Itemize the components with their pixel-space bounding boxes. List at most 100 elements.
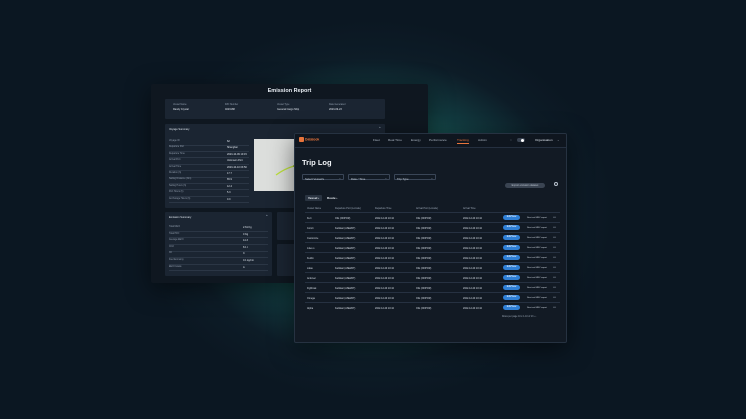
row-menu-icon[interactable]: ••• (553, 295, 556, 299)
mrv-report-link[interactable]: Next set MRV report (527, 277, 547, 279)
mrv-report-link[interactable]: Next set MRV report (527, 217, 547, 219)
cell-departure-time: 2022-12-20 10:44 (375, 256, 394, 260)
edit-view-button[interactable]: Edit/View (503, 235, 520, 241)
header-field-label: Vessel Name (173, 104, 187, 106)
cell-vessel-name: Jules s (307, 246, 315, 250)
table-header: Vessel Name Departure Port (Locode) Depa… (305, 205, 560, 212)
table-pagination[interactable]: Rows per page 10 ▾ 1-10 of 13 ‹ › (502, 315, 536, 318)
column-header[interactable]: Arrival Port (Locode) (416, 207, 438, 210)
column-header[interactable]: Departure Time (375, 207, 391, 210)
app-logo[interactable]: Datalook (299, 137, 319, 142)
vessel-header-panel: Vessel Name Randy Crystal IMO Number 402… (165, 99, 385, 119)
nav-fleet[interactable]: Fleet (373, 138, 380, 142)
nav-real-time[interactable]: Real Time (388, 138, 402, 142)
header-field-value: General Cargo Ship (277, 108, 300, 111)
table-row[interactable]: Alpha Karlskar (ASE2DT) 2022-12-20 10:44 Ol… (305, 302, 560, 313)
edit-view-button[interactable]: Edit/View (503, 295, 520, 301)
trip-type-filter-select[interactable]: Trip Type ⌄ (394, 174, 436, 181)
export-emission-dataset-button[interactable]: Export emission dataset (505, 183, 545, 188)
column-header[interactable]: Departure Port (Locode) (335, 207, 361, 210)
collapse-icon[interactable]: ▲ (379, 127, 381, 129)
row-menu-icon[interactable]: ••• (553, 245, 556, 249)
summary-row-label: CO2 (169, 245, 174, 248)
mrv-report-link[interactable]: Next set MRV report (527, 227, 547, 229)
row-menu-icon[interactable]: ••• (553, 215, 556, 219)
edit-view-button[interactable]: Edit/View (503, 305, 520, 311)
trip-type-filter-label: Trip Type (397, 176, 409, 181)
cell-arrival-time: 2022-12-20 10:44 (463, 216, 482, 220)
mrv-report-link[interactable]: Next set MRV report (527, 297, 547, 299)
row-menu-icon[interactable]: ••• (553, 305, 556, 309)
cell-arrival-port: Olio (NOPOR) (416, 296, 432, 300)
cell-departure-time: 2022-12-20 10:44 (375, 246, 394, 250)
row-divider (169, 230, 268, 232)
vessel-filter-select[interactable]: Select Vessel/s ⌄ (302, 174, 344, 181)
row-menu-icon[interactable]: ••• (553, 255, 556, 259)
voyage-row-label: Duration (h) (169, 172, 182, 174)
cell-departure-port: Karlskar (ASE2DT) (335, 266, 356, 270)
voyage-row-label: Arrival Time (169, 165, 182, 168)
nav-performance[interactable]: Performance (429, 138, 447, 142)
mrv-report-link[interactable]: Next set MRV report (527, 287, 547, 289)
nav-tracking[interactable]: Tracking (457, 138, 469, 144)
voyage-row-value: 12.4 (227, 184, 232, 188)
theme-toggle[interactable] (517, 138, 525, 142)
edit-view-button[interactable]: Edit/View (503, 285, 520, 291)
voyage-row-value: Unknown Port (227, 159, 243, 163)
nav-admin[interactable]: Admin (478, 138, 487, 142)
mrv-report-link[interactable]: Next set MRV report (527, 307, 547, 309)
chevron-down-icon: ⌄ (384, 176, 387, 180)
emission-summary-panel: Emission Summary ▲ Total MGO 2.61 Kg Total… (165, 212, 272, 276)
summary-row-label: CII (169, 252, 172, 255)
edit-view-button[interactable]: Edit/View (503, 255, 520, 261)
tab-vessel-label: Vessel (308, 196, 318, 200)
cell-vessel-name: Customize (307, 236, 319, 240)
cell-departure-time: 2022-12-20 10:44 (375, 236, 394, 240)
tab-expand-icon: › (336, 196, 338, 200)
chevron-down-icon[interactable]: ⌄ (557, 138, 560, 142)
cell-arrival-time: 2022-12-20 10:44 (463, 266, 482, 270)
edit-view-button[interactable]: Edit/View (503, 215, 520, 221)
cell-arrival-port: Olio (NOPOR) (416, 236, 432, 240)
edit-view-button[interactable]: Edit/View (503, 225, 520, 231)
tab-vessel[interactable]: Vessel › (305, 195, 323, 201)
organisation-label[interactable]: Organisation (535, 138, 553, 142)
cell-arrival-port: Olio (NOPOR) (416, 216, 432, 220)
column-header[interactable]: Vessel Name (307, 207, 321, 210)
vessel-filter-label: Select Vessel/s (305, 176, 324, 181)
cell-departure-port: Karlskar (ASE2DT) (335, 236, 356, 240)
cell-arrival-port: Olio (NOPOR) (416, 266, 432, 270)
tab-route[interactable]: Route › (324, 195, 340, 201)
mrv-report-link[interactable]: Next set MRV report (527, 247, 547, 249)
emission-summary-title: Emission Summary (169, 216, 192, 219)
edit-view-button[interactable]: Edit/View (503, 265, 520, 271)
date-time-filter-select[interactable]: Date / Time ⌄ (348, 174, 390, 181)
page-title: Trip Log (302, 158, 332, 167)
voyage-summary-title: Voyage Summary (169, 128, 190, 131)
summary-row-value: 0 Kg (243, 232, 249, 236)
row-menu-icon[interactable]: ••• (553, 235, 556, 239)
row-menu-icon[interactable]: ••• (553, 285, 556, 289)
cell-departure-time: 2022-12-20 10:44 (375, 286, 394, 290)
nav-energy[interactable]: Energy (411, 138, 421, 142)
cell-vessel-name: Andover (307, 276, 316, 280)
row-menu-icon[interactable]: ••• (553, 225, 556, 229)
cell-vessel-name: Kuldin (307, 256, 314, 260)
edit-view-button[interactable]: Edit/View (503, 275, 520, 281)
header-field-value: 2023-09-23 (329, 108, 342, 111)
mrv-report-link[interactable]: Next set MRV report (527, 267, 547, 269)
row-menu-icon[interactable]: ••• (553, 265, 556, 269)
voyage-row-value: 0.0 (227, 197, 231, 201)
cell-vessel-name: Kurt (307, 216, 312, 220)
edit-view-button[interactable]: Edit/View (503, 245, 520, 251)
row-menu-icon[interactable]: ••• (553, 275, 556, 279)
mrv-report-link[interactable]: Next set MRV report (527, 237, 547, 239)
voyage-row-value: 2023-10-10 03:50 (227, 165, 247, 169)
theme-icon: ○ (510, 138, 512, 142)
search-icon[interactable] (554, 182, 558, 186)
collapse-icon[interactable]: ▲ (266, 215, 268, 217)
column-header[interactable]: Arrival Time (463, 207, 476, 210)
summary-row-label: Total MGO (169, 226, 180, 228)
summary-row-value: C (243, 252, 245, 256)
mrv-report-link[interactable]: Next set MRV report (527, 257, 547, 259)
